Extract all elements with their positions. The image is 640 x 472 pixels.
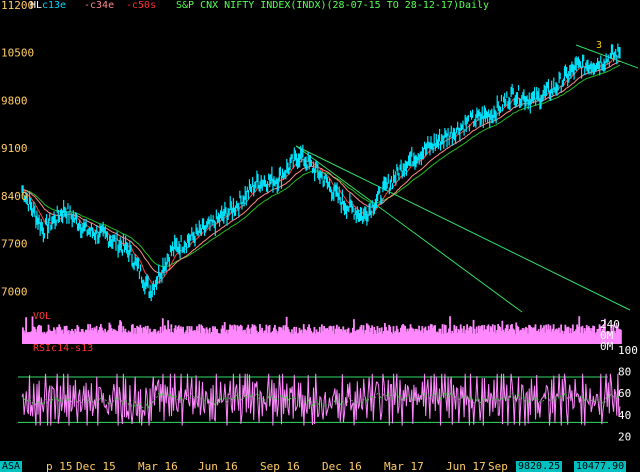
chart-canvas: 3 2400M0M 10080604020 112001050098009100… [1, 0, 639, 472]
trendline-2 [295, 145, 631, 311]
rsi-tick-label: 100 [618, 344, 638, 357]
legend-c13: c13e [42, 0, 67, 11]
trendline-1 [295, 145, 523, 313]
rsi-tick-label: 60 [618, 387, 631, 400]
asa-tag: ASA [0, 461, 23, 472]
price-tick-label: 9100 [1, 142, 28, 155]
x-tick-label: Sep 16 [260, 460, 300, 472]
x-tick-label: Jun 16 [198, 460, 238, 472]
price-panel: 3 [21, 40, 639, 313]
x-tick-label: Jun 17 [446, 460, 486, 472]
volume-label: VOL [33, 311, 52, 322]
x-tick-label: p 15 [46, 460, 73, 472]
chart-title: S&P CNX NIFTY INDEX(INDX)(28-07-15 TO 28… [176, 0, 490, 11]
price-tick-label: 10500 [1, 47, 34, 60]
legend-c34: -c34e [84, 0, 115, 11]
price-low-readout: 9820.25 [516, 461, 563, 472]
rsi-line [21, 373, 621, 426]
price-tick-label: 7000 [1, 285, 28, 298]
volume-bar [620, 329, 622, 344]
volume-panel: 2400M0M [22, 316, 622, 353]
rsi-panel: 10080604020 [18, 344, 638, 443]
rsi-tick-label: 20 [618, 430, 631, 443]
legend-c50: -c50s [126, 0, 157, 11]
legend-hl: HL [30, 0, 43, 11]
wave-annotation: 3 [596, 40, 602, 51]
price-tick-label: 7700 [1, 238, 28, 251]
price-tick-label: 8400 [1, 190, 28, 203]
x-tick-label: Mar 16 [138, 460, 178, 472]
volume-tick-label: 0M [600, 340, 614, 353]
rsi-tick-label: 80 [618, 366, 631, 379]
chart-header: HL c13e -c34e -c50s S&P CNX NIFTY INDEX(… [0, 0, 640, 12]
ema13-line [21, 55, 621, 286]
x-tick-label: Mar 17 [384, 460, 424, 472]
x-tick-label: Dec 15 [76, 460, 116, 472]
price-high-readout: 10477.90 [574, 461, 627, 472]
price-tick-label: 9800 [1, 94, 28, 107]
rsi-label: RSIc14-s13 [33, 343, 94, 354]
x-tick-label: Dec 16 [322, 460, 362, 472]
